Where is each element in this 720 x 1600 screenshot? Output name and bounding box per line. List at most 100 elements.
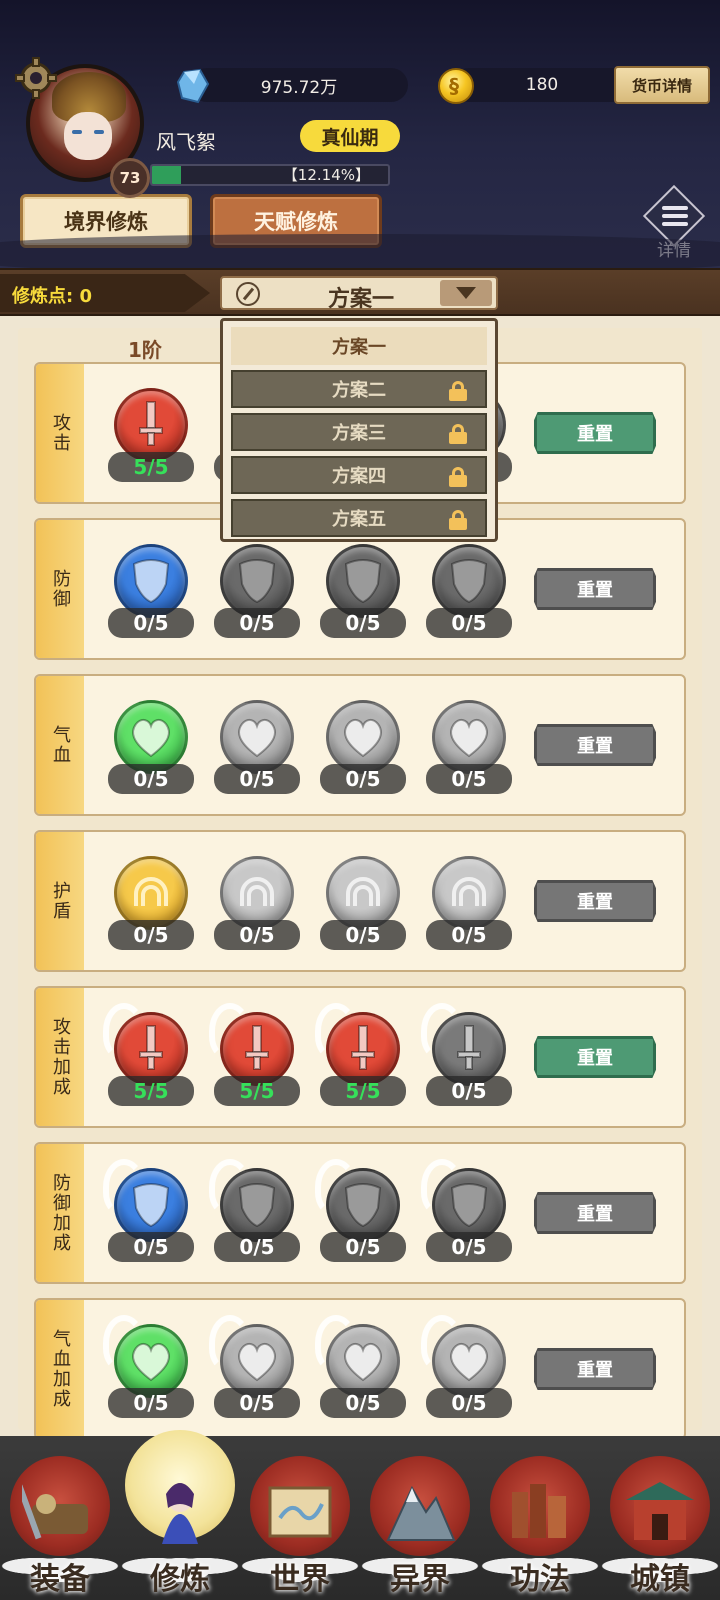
- spirit-stone-icon: [176, 68, 210, 104]
- training-node[interactable]: 0/5: [421, 1315, 512, 1420]
- currency-detail-button[interactable]: 货币详情: [614, 66, 710, 104]
- scheme-option[interactable]: 方案一: [231, 327, 487, 365]
- cultivation-icon: [142, 1474, 218, 1550]
- reset-button[interactable]: 重置: [534, 880, 656, 922]
- node-level-count: 0/5: [108, 1388, 194, 1418]
- node-level-count: 5/5: [108, 1076, 194, 1106]
- row-label-column: 攻击: [36, 364, 84, 502]
- training-node[interactable]: 0/5: [421, 1003, 512, 1108]
- training-node[interactable]: 0/5: [426, 700, 512, 796]
- training-node[interactable]: 0/5: [421, 1159, 512, 1264]
- list-icon: [662, 206, 688, 228]
- training-node[interactable]: 0/5: [426, 544, 512, 640]
- row-label-column: 防御加成: [36, 1144, 84, 1282]
- node-level-count: 0/5: [214, 764, 300, 794]
- training-points: 修炼点: 0: [12, 286, 92, 307]
- training-row: 防御加成 0/5 0/5 0/5 0/5 重置: [34, 1142, 686, 1284]
- scheme-select[interactable]: 方案一: [220, 276, 498, 312]
- reset-button[interactable]: 重置: [534, 1348, 656, 1390]
- scheme-option[interactable]: 方案二: [231, 370, 487, 408]
- scheme-option[interactable]: 方案四: [231, 456, 487, 494]
- scheme-option[interactable]: 方案三: [231, 413, 487, 451]
- scheme-dropdown: 方案一方案二方案三方案四方案五: [220, 318, 498, 542]
- training-node[interactable]: 0/5: [214, 856, 300, 952]
- tab-realm-training[interactable]: 境界修炼: [20, 194, 192, 248]
- node-level-count: 0/5: [426, 1388, 512, 1418]
- training-node[interactable]: 0/5: [320, 544, 406, 640]
- training-node[interactable]: 0/5: [315, 1159, 406, 1264]
- training-node[interactable]: 0/5: [320, 700, 406, 796]
- nav-item-mountain[interactable]: 异界: [360, 1436, 480, 1600]
- node-level-count: 5/5: [214, 1076, 300, 1106]
- nav-label: 修炼: [150, 1562, 210, 1597]
- training-node[interactable]: 5/5: [108, 388, 194, 484]
- nav-label: 城镇: [630, 1562, 690, 1597]
- training-node[interactable]: 0/5: [426, 856, 512, 952]
- mountain-icon: [382, 1474, 458, 1550]
- scheme-option-label: 方案二: [332, 380, 386, 401]
- training-node[interactable]: 5/5: [103, 1003, 194, 1108]
- nav-item-scroll-books[interactable]: 功法: [480, 1436, 600, 1600]
- world-map-icon: [262, 1474, 338, 1550]
- scheme-option-label: 方案一: [332, 337, 386, 358]
- reset-button[interactable]: 重置: [534, 412, 656, 454]
- player-name: 风飞絮: [156, 130, 216, 154]
- node-level-count: 0/5: [214, 920, 300, 950]
- nav-label: 世界: [270, 1562, 330, 1597]
- training-node[interactable]: 0/5: [214, 544, 300, 640]
- scheme-option-label: 方案五: [332, 509, 386, 530]
- detail-button[interactable]: 详情: [640, 184, 708, 262]
- training-node[interactable]: 0/5: [108, 856, 194, 952]
- training-node[interactable]: 0/5: [320, 856, 406, 952]
- spirit-stone-amount: 975.72万: [190, 68, 408, 102]
- training-node[interactable]: 0/5: [108, 544, 194, 640]
- row-label: 防御加成: [50, 1173, 71, 1253]
- realm-badge: 真仙期: [300, 120, 400, 152]
- training-node[interactable]: 0/5: [103, 1159, 194, 1264]
- training-row: 气血加成 0/5 0/5 0/5 0/5 重置: [34, 1298, 686, 1440]
- nav-item-town-gate[interactable]: 城镇: [600, 1436, 720, 1600]
- experience-bar: 【12.14%】: [150, 164, 390, 186]
- chevron-down-icon[interactable]: [440, 280, 492, 306]
- nav-item-world-map[interactable]: 世界: [240, 1436, 360, 1600]
- node-level-count: 0/5: [108, 920, 194, 950]
- row-label: 气血加成: [50, 1329, 71, 1409]
- training-node[interactable]: 5/5: [209, 1003, 300, 1108]
- node-level-count: 0/5: [320, 764, 406, 794]
- gold-coin-icon: [438, 68, 474, 104]
- settings-gear-icon[interactable]: [14, 56, 58, 100]
- row-label: 气血: [50, 725, 71, 765]
- training-node[interactable]: 0/5: [103, 1315, 194, 1420]
- scheme-option[interactable]: 方案五: [231, 499, 487, 537]
- reset-button[interactable]: 重置: [534, 1192, 656, 1234]
- node-level-count: 0/5: [320, 1388, 406, 1418]
- gold-amount: 180: [452, 68, 632, 102]
- training-node[interactable]: 0/5: [108, 700, 194, 796]
- scheme-option-label: 方案四: [332, 466, 386, 487]
- row-label: 攻击: [50, 413, 71, 453]
- nav-item-equipment[interactable]: 装备: [0, 1436, 120, 1600]
- training-node[interactable]: 5/5: [315, 1003, 406, 1108]
- training-node[interactable]: 0/5: [214, 700, 300, 796]
- level-badge: 73: [110, 158, 150, 198]
- lock-icon: [449, 467, 467, 487]
- reset-button[interactable]: 重置: [534, 568, 656, 610]
- tab-talent-training[interactable]: 天赋修炼: [210, 194, 382, 248]
- row-label-column: 气血加成: [36, 1300, 84, 1438]
- nav-label: 功法: [510, 1562, 570, 1597]
- bottom-navigation: 装备 修炼 世界 异界 功法 城镇: [0, 1430, 720, 1600]
- reset-button[interactable]: 重置: [534, 1036, 656, 1078]
- node-level-count: 0/5: [214, 1232, 300, 1262]
- scroll-books-icon: [502, 1474, 578, 1550]
- nav-label: 装备: [30, 1562, 90, 1597]
- node-level-count: 0/5: [426, 920, 512, 950]
- node-level-count: 0/5: [426, 608, 512, 638]
- node-level-count: 0/5: [214, 1388, 300, 1418]
- training-node[interactable]: 0/5: [209, 1159, 300, 1264]
- nav-item-cultivation[interactable]: 修炼: [120, 1430, 240, 1600]
- equipment-icon: [16, 1474, 98, 1550]
- town-gate-icon: [622, 1474, 698, 1550]
- training-node[interactable]: 0/5: [315, 1315, 406, 1420]
- reset-button[interactable]: 重置: [534, 724, 656, 766]
- training-node[interactable]: 0/5: [209, 1315, 300, 1420]
